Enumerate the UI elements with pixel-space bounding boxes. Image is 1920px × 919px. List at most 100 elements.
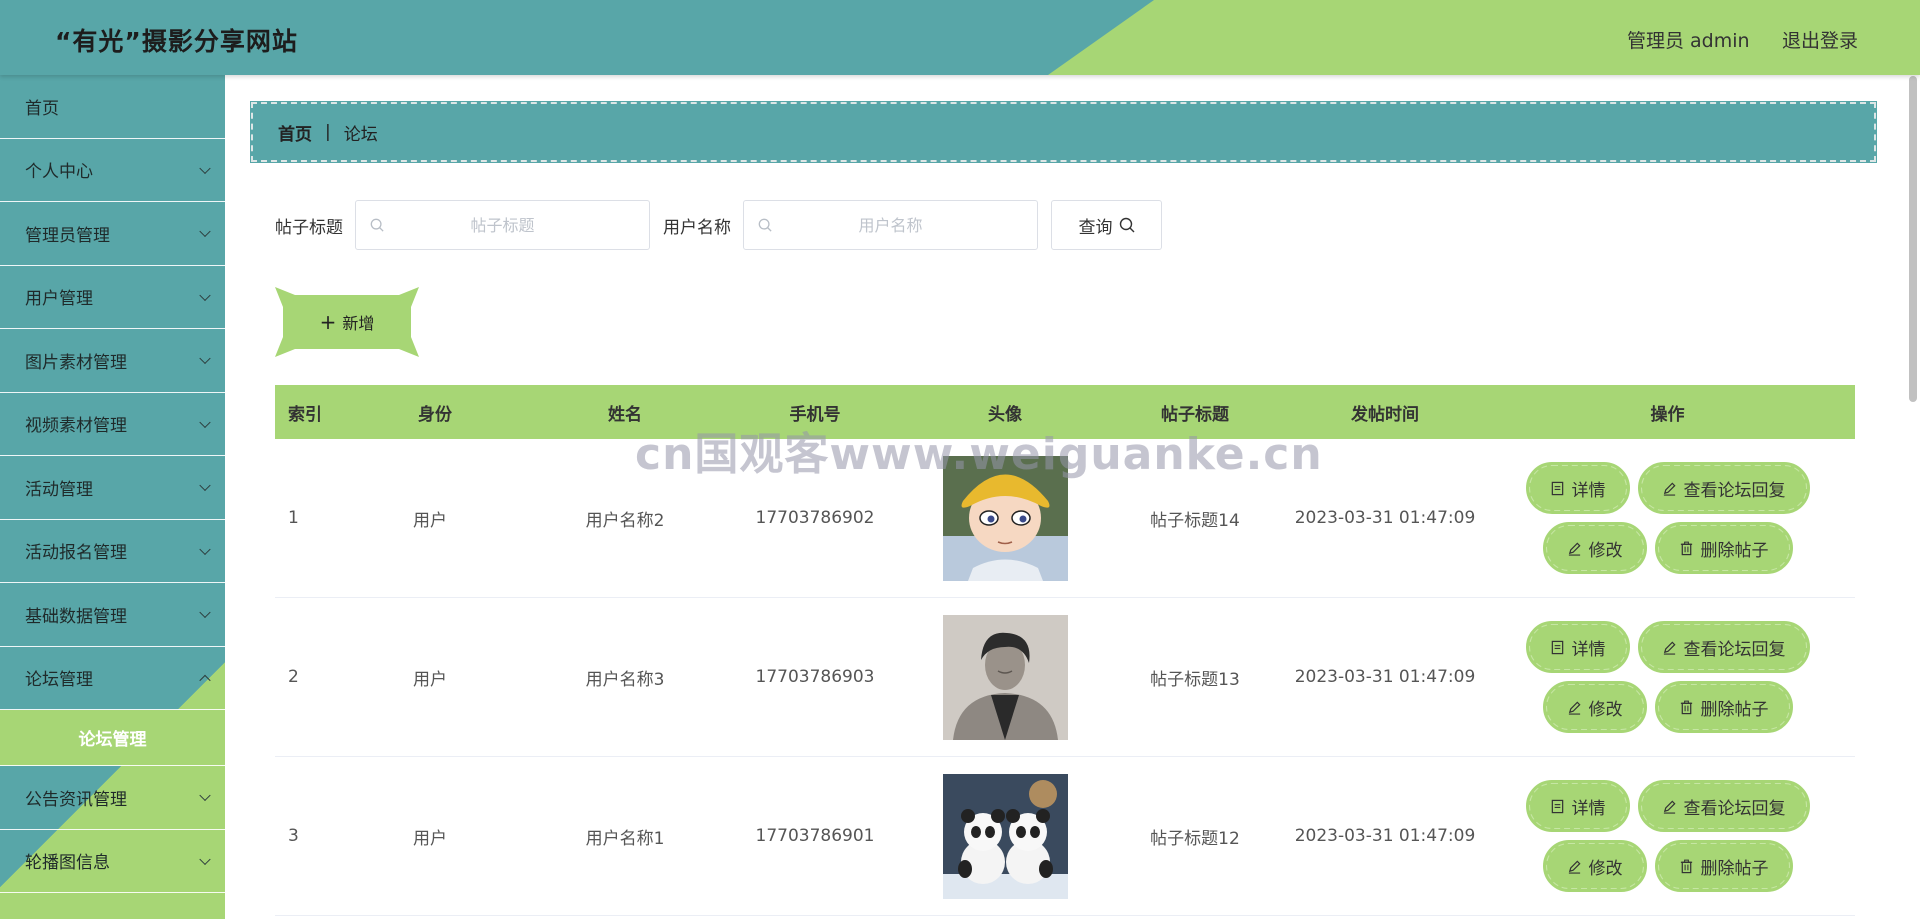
- sidebar-item-activities[interactable]: 活动管理: [0, 456, 225, 520]
- edit-button-label: 修改: [1588, 540, 1623, 561]
- table-row: 2 用户 用户名称3 17703786903 帖子标题13 2023-03-31…: [275, 598, 1855, 757]
- sidebar-item-forum[interactable]: 论坛管理: [0, 647, 225, 710]
- sidebar-item-admin[interactable]: 管理员管理: [0, 202, 225, 266]
- table-row: 3 用户 用户名称1 17703786901 帖子标题12 2023-03-31…: [275, 757, 1855, 916]
- cell-index: 1: [288, 508, 299, 528]
- trash-icon: [1680, 859, 1692, 873]
- delete-button[interactable]: 删除帖子: [1654, 522, 1793, 574]
- detail-button-label: 详情: [1571, 480, 1606, 501]
- detail-button[interactable]: 详情: [1525, 780, 1630, 832]
- sidebar-item-basedata[interactable]: 基础数据管理: [0, 583, 225, 647]
- chevron-down-icon: [199, 352, 211, 365]
- user-name-input[interactable]: [744, 201, 1037, 249]
- view-replies-button[interactable]: 查看论坛回复: [1637, 462, 1810, 514]
- detail-button[interactable]: 详情: [1525, 621, 1630, 673]
- chevron-down-icon: [199, 606, 211, 619]
- edit-button[interactable]: 修改: [1542, 840, 1647, 892]
- edit-pencil-icon: [1568, 700, 1581, 715]
- column-header: 身份: [418, 404, 452, 425]
- sidebar-item-images[interactable]: 图片素材管理: [0, 329, 225, 393]
- avatar[interactable]: [942, 773, 1068, 899]
- breadcrumb-separator: |: [325, 122, 331, 142]
- chevron-down-icon: [199, 853, 211, 865]
- sidebar-item-signups[interactable]: 活动报名管理: [0, 520, 225, 583]
- query-button-label: 查询: [1078, 217, 1113, 238]
- sidebar-item-label: 公告资讯管理: [25, 789, 127, 810]
- column-header: 索引: [288, 404, 322, 425]
- sidebar-item-label: 活动管理: [25, 479, 93, 500]
- forum-table: 索引 身份 姓名 手机号 头像 帖子标题 发帖时间 操作 1 用户 用户名称2 …: [275, 385, 1855, 916]
- sidebar-item-label: 用户管理: [25, 289, 93, 310]
- cell-actions: 详情 查看论坛回复 修改 删除帖子: [1480, 780, 1855, 892]
- column-header: 操作: [1650, 404, 1685, 425]
- edit-button[interactable]: 修改: [1542, 522, 1647, 574]
- sidebar-item-news[interactable]: 公告资讯管理: [0, 766, 225, 830]
- view-replies-button-label: 查看论坛回复: [1683, 639, 1786, 660]
- search-icon: [1119, 217, 1134, 233]
- post-title-input[interactable]: [356, 201, 649, 249]
- user-name-label: 用户名称: [663, 217, 731, 238]
- cell-post-title: 帖子标题12: [1150, 828, 1240, 849]
- logout-link[interactable]: 退出登录: [1782, 26, 1858, 53]
- column-header: 头像: [988, 404, 1022, 425]
- column-header: 手机号: [789, 404, 841, 425]
- search-icon: [370, 218, 384, 232]
- chevron-down-icon: [199, 162, 211, 174]
- cell-name: 用户名称2: [585, 510, 665, 531]
- view-replies-button[interactable]: 查看论坛回复: [1637, 621, 1810, 673]
- sidebar-item-home[interactable]: 首页: [0, 75, 225, 139]
- sidebar-item-label: 论坛管理: [25, 670, 93, 691]
- sidebar-item-videos[interactable]: 视频素材管理: [0, 393, 225, 456]
- cell-name: 用户名称1: [585, 828, 665, 849]
- detail-button-label: 详情: [1571, 798, 1606, 819]
- user-name-field: [743, 200, 1038, 250]
- sidebar-subitem-forum-manage[interactable]: 论坛管理: [0, 710, 225, 766]
- edit-button[interactable]: 修改: [1542, 681, 1647, 733]
- cell-post-title: 帖子标题13: [1150, 669, 1240, 690]
- add-button-label: 新增: [342, 314, 375, 333]
- sidebar-item-profile[interactable]: 个人中心: [0, 139, 225, 202]
- sidebar-item-label: 图片素材管理: [25, 352, 127, 373]
- cell-post-time: 2023-03-31 01:47:09: [1294, 826, 1476, 846]
- chevron-down-icon: [199, 479, 211, 492]
- chevron-down-icon: [199, 789, 211, 802]
- delete-button[interactable]: 删除帖子: [1654, 840, 1793, 892]
- sidebar-item-carousel[interactable]: 轮播图信息: [0, 830, 225, 893]
- view-replies-button-label: 查看论坛回复: [1683, 798, 1786, 819]
- query-button[interactable]: 查询: [1051, 200, 1162, 250]
- cell-phone: 17703786901: [755, 826, 875, 846]
- top-header: “有光”摄影分享网站 管理员 admin 退出登录: [0, 0, 1920, 75]
- view-replies-button-label: 查看论坛回复: [1683, 480, 1786, 501]
- sidebar-item-label: 视频素材管理: [25, 416, 127, 437]
- sidebar-item-users[interactable]: 用户管理: [0, 266, 225, 329]
- document-icon: [1551, 799, 1563, 813]
- cell-avatar: [910, 773, 1100, 899]
- breadcrumb: 首页 | 论坛: [250, 101, 1877, 163]
- column-header: 姓名: [608, 404, 642, 425]
- cell-avatar: [910, 455, 1100, 581]
- avatar[interactable]: [942, 614, 1068, 740]
- vertical-scrollbar[interactable]: [1909, 76, 1917, 402]
- view-replies-button[interactable]: 查看论坛回复: [1637, 780, 1810, 832]
- cell-phone: 17703786902: [755, 508, 875, 528]
- edit-button-label: 修改: [1588, 858, 1623, 879]
- add-button[interactable]: + 新增: [275, 287, 419, 357]
- cell-actions: 详情 查看论坛回复 修改 删除帖子: [1480, 462, 1855, 574]
- cell-phone: 17703786903: [755, 667, 875, 687]
- edit-pencil-icon: [1568, 541, 1581, 556]
- breadcrumb-home[interactable]: 首页: [278, 120, 312, 145]
- table-row: 1 用户 用户名称2 17703786902 帖子标题14 2023-03-31…: [275, 439, 1855, 598]
- delete-button[interactable]: 删除帖子: [1654, 681, 1793, 733]
- post-title-label: 帖子标题: [275, 217, 343, 238]
- detail-button[interactable]: 详情: [1525, 462, 1630, 514]
- delete-button-label: 删除帖子: [1700, 858, 1769, 879]
- chevron-down-icon: [199, 225, 211, 238]
- add-button-body: + 新增: [293, 298, 401, 346]
- avatar[interactable]: [942, 455, 1068, 581]
- edit-button-label: 修改: [1588, 699, 1623, 720]
- cell-role: 用户: [413, 510, 447, 531]
- chevron-up-icon: [199, 674, 211, 686]
- cell-role: 用户: [413, 669, 447, 690]
- sidebar-item-label: 基础数据管理: [25, 606, 127, 627]
- post-title-field: [355, 200, 650, 250]
